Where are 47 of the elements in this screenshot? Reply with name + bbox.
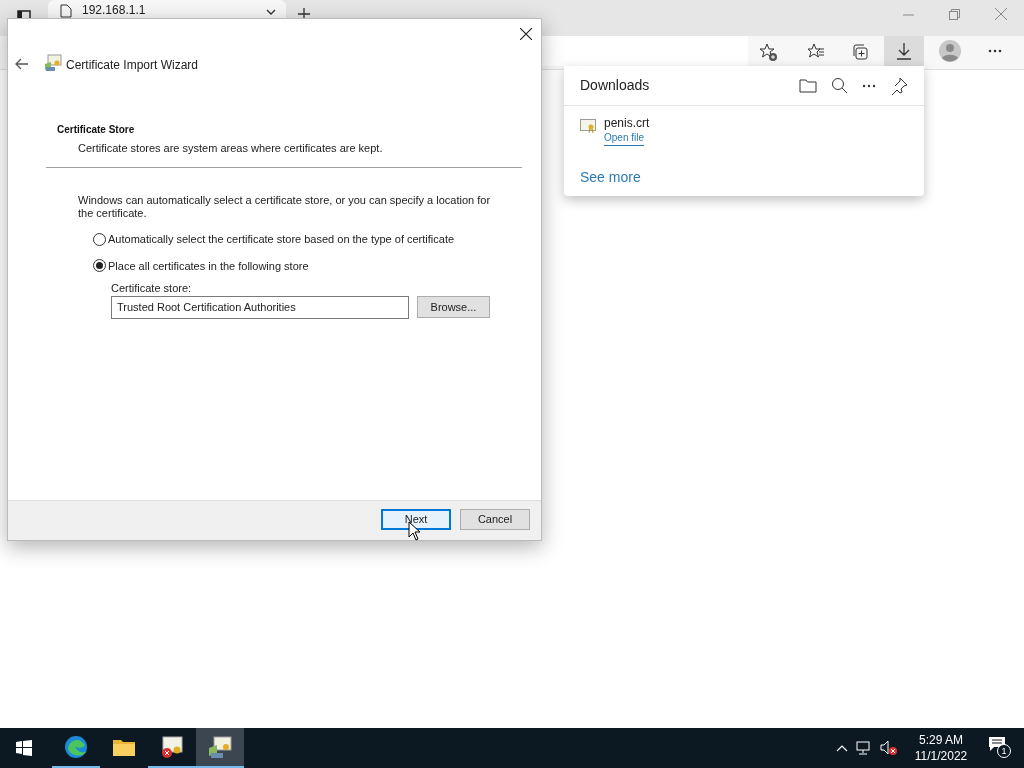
profile-avatar-icon[interactable] xyxy=(939,40,961,62)
section-title: Certificate Store xyxy=(57,123,135,137)
downloads-button[interactable] xyxy=(884,36,924,66)
radio-button[interactable] xyxy=(93,259,106,273)
certificate-store-field[interactable]: Trusted Root Certification Authorities xyxy=(111,296,409,319)
file-name[interactable]: penis.crt xyxy=(604,116,650,131)
more-icon[interactable] xyxy=(862,83,876,88)
restore-icon[interactable] xyxy=(949,9,960,20)
dialog-button[interactable]: Next xyxy=(381,509,451,530)
chevron-down-icon[interactable] xyxy=(266,9,276,15)
certificate-wizard-icon xyxy=(44,54,62,72)
page-icon xyxy=(60,4,72,18)
panel-title: Downloads xyxy=(580,76,651,95)
field-label: Certificate store: xyxy=(111,281,192,296)
dialog-button[interactable]: Cancel xyxy=(460,509,530,530)
notifications-button[interactable]: 1 xyxy=(988,736,1012,760)
certificate-wizard-icon xyxy=(208,735,232,759)
download-icon xyxy=(896,42,912,60)
search-icon[interactable] xyxy=(831,77,848,94)
radio-option[interactable]: Place all certificates in the following store xyxy=(93,257,455,274)
chevron-up-icon[interactable] xyxy=(836,744,848,752)
section-description: Certificate stores are system areas where certificates are kept. xyxy=(78,141,383,156)
favorite-add-icon[interactable] xyxy=(758,42,778,62)
taskbar-app[interactable] xyxy=(196,728,244,768)
pin-icon[interactable] xyxy=(890,76,908,95)
speaker-muted-icon[interactable] xyxy=(880,740,898,756)
certificate-error-icon xyxy=(160,735,184,759)
dialog-title: Certificate Import Wizard xyxy=(66,57,199,74)
collections-icon[interactable] xyxy=(850,42,870,62)
open-file-link[interactable]: Open file xyxy=(604,131,645,146)
radio-button[interactable] xyxy=(93,232,106,246)
close-icon[interactable] xyxy=(520,28,532,40)
folder-icon[interactable] xyxy=(799,78,817,93)
see-more-link[interactable]: See more xyxy=(580,167,641,188)
tab-title: 192.168.1.1 xyxy=(82,3,146,17)
browser-icon xyxy=(64,735,88,759)
clock-time[interactable]: 5:29 AM xyxy=(919,732,963,748)
clock-date[interactable]: 11/1/2022 xyxy=(914,748,968,764)
certificate-file-icon xyxy=(580,119,596,133)
network-icon[interactable] xyxy=(856,741,872,755)
notification-count: 1 xyxy=(997,744,1011,758)
radio-option[interactable]: Automatically select the certificate store based on the type of certificate xyxy=(93,231,455,248)
windows-start-icon[interactable] xyxy=(16,740,32,756)
more-icon[interactable] xyxy=(988,49,1002,53)
back-arrow-icon[interactable] xyxy=(15,58,29,70)
browse-button[interactable]: Browse... xyxy=(417,296,490,318)
intro-text: Windows can automatically select a certificate store, or you can specify a location for the certificate. xyxy=(78,194,492,220)
